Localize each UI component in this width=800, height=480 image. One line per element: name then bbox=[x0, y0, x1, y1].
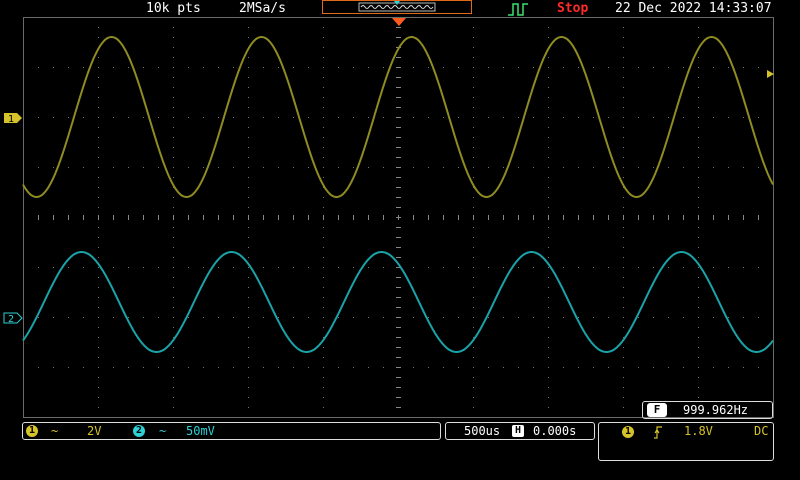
channel-info-bar[interactable]: 1 ~ 2V 2 ~ 50mV bbox=[22, 422, 441, 440]
ch2-coupling-icon: ~ bbox=[159, 424, 167, 438]
horizontal-position: 0.000s bbox=[533, 424, 577, 438]
ch1-icon: 1 bbox=[26, 425, 38, 437]
frequency-value: 999.962Hz bbox=[683, 403, 749, 417]
trigger-coupling: DC bbox=[754, 424, 769, 438]
trigger-info[interactable]: 1 1.8V DC bbox=[598, 422, 774, 461]
date-time: 22 Dec 2022 14:33:07 bbox=[615, 1, 772, 16]
status-bar: 10k pts 2MSa/s Stop 22 Dec 2022 14:33:07 bbox=[0, 0, 800, 20]
run-state[interactable]: Stop bbox=[557, 1, 588, 17]
memory-overview-bar[interactable] bbox=[322, 0, 472, 14]
record-length: 10k pts bbox=[146, 1, 201, 16]
ch2-ground-marker[interactable]: 2 bbox=[3, 312, 23, 325]
horizontal-position-icon: H bbox=[512, 425, 524, 437]
trigger-status-icon bbox=[508, 3, 528, 16]
ch2-icon: 2 bbox=[133, 425, 145, 437]
timebase-scale: 500us bbox=[464, 424, 501, 438]
svg-text:1: 1 bbox=[8, 114, 14, 125]
svg-text:2: 2 bbox=[8, 314, 14, 325]
graticule-grid bbox=[38, 27, 759, 408]
frequency-icon: F bbox=[647, 403, 667, 417]
ch1-coupling-icon: ~ bbox=[51, 424, 59, 438]
frequency-counter[interactable]: F 999.962Hz bbox=[642, 401, 773, 419]
trigger-source-icon: 1 bbox=[622, 426, 634, 438]
trigger-level-marker[interactable] bbox=[767, 70, 774, 78]
timebase-info[interactable]: 500us H 0.000s bbox=[445, 422, 595, 440]
ch1-ground-marker[interactable]: 1 bbox=[4, 113, 22, 125]
rising-edge-icon bbox=[654, 426, 662, 439]
ch1-scale: 2V bbox=[87, 424, 102, 438]
sample-rate: 2MSa/s bbox=[239, 1, 286, 16]
ch2-scale: 50mV bbox=[186, 424, 215, 438]
trigger-level: 1.8V bbox=[684, 424, 713, 438]
